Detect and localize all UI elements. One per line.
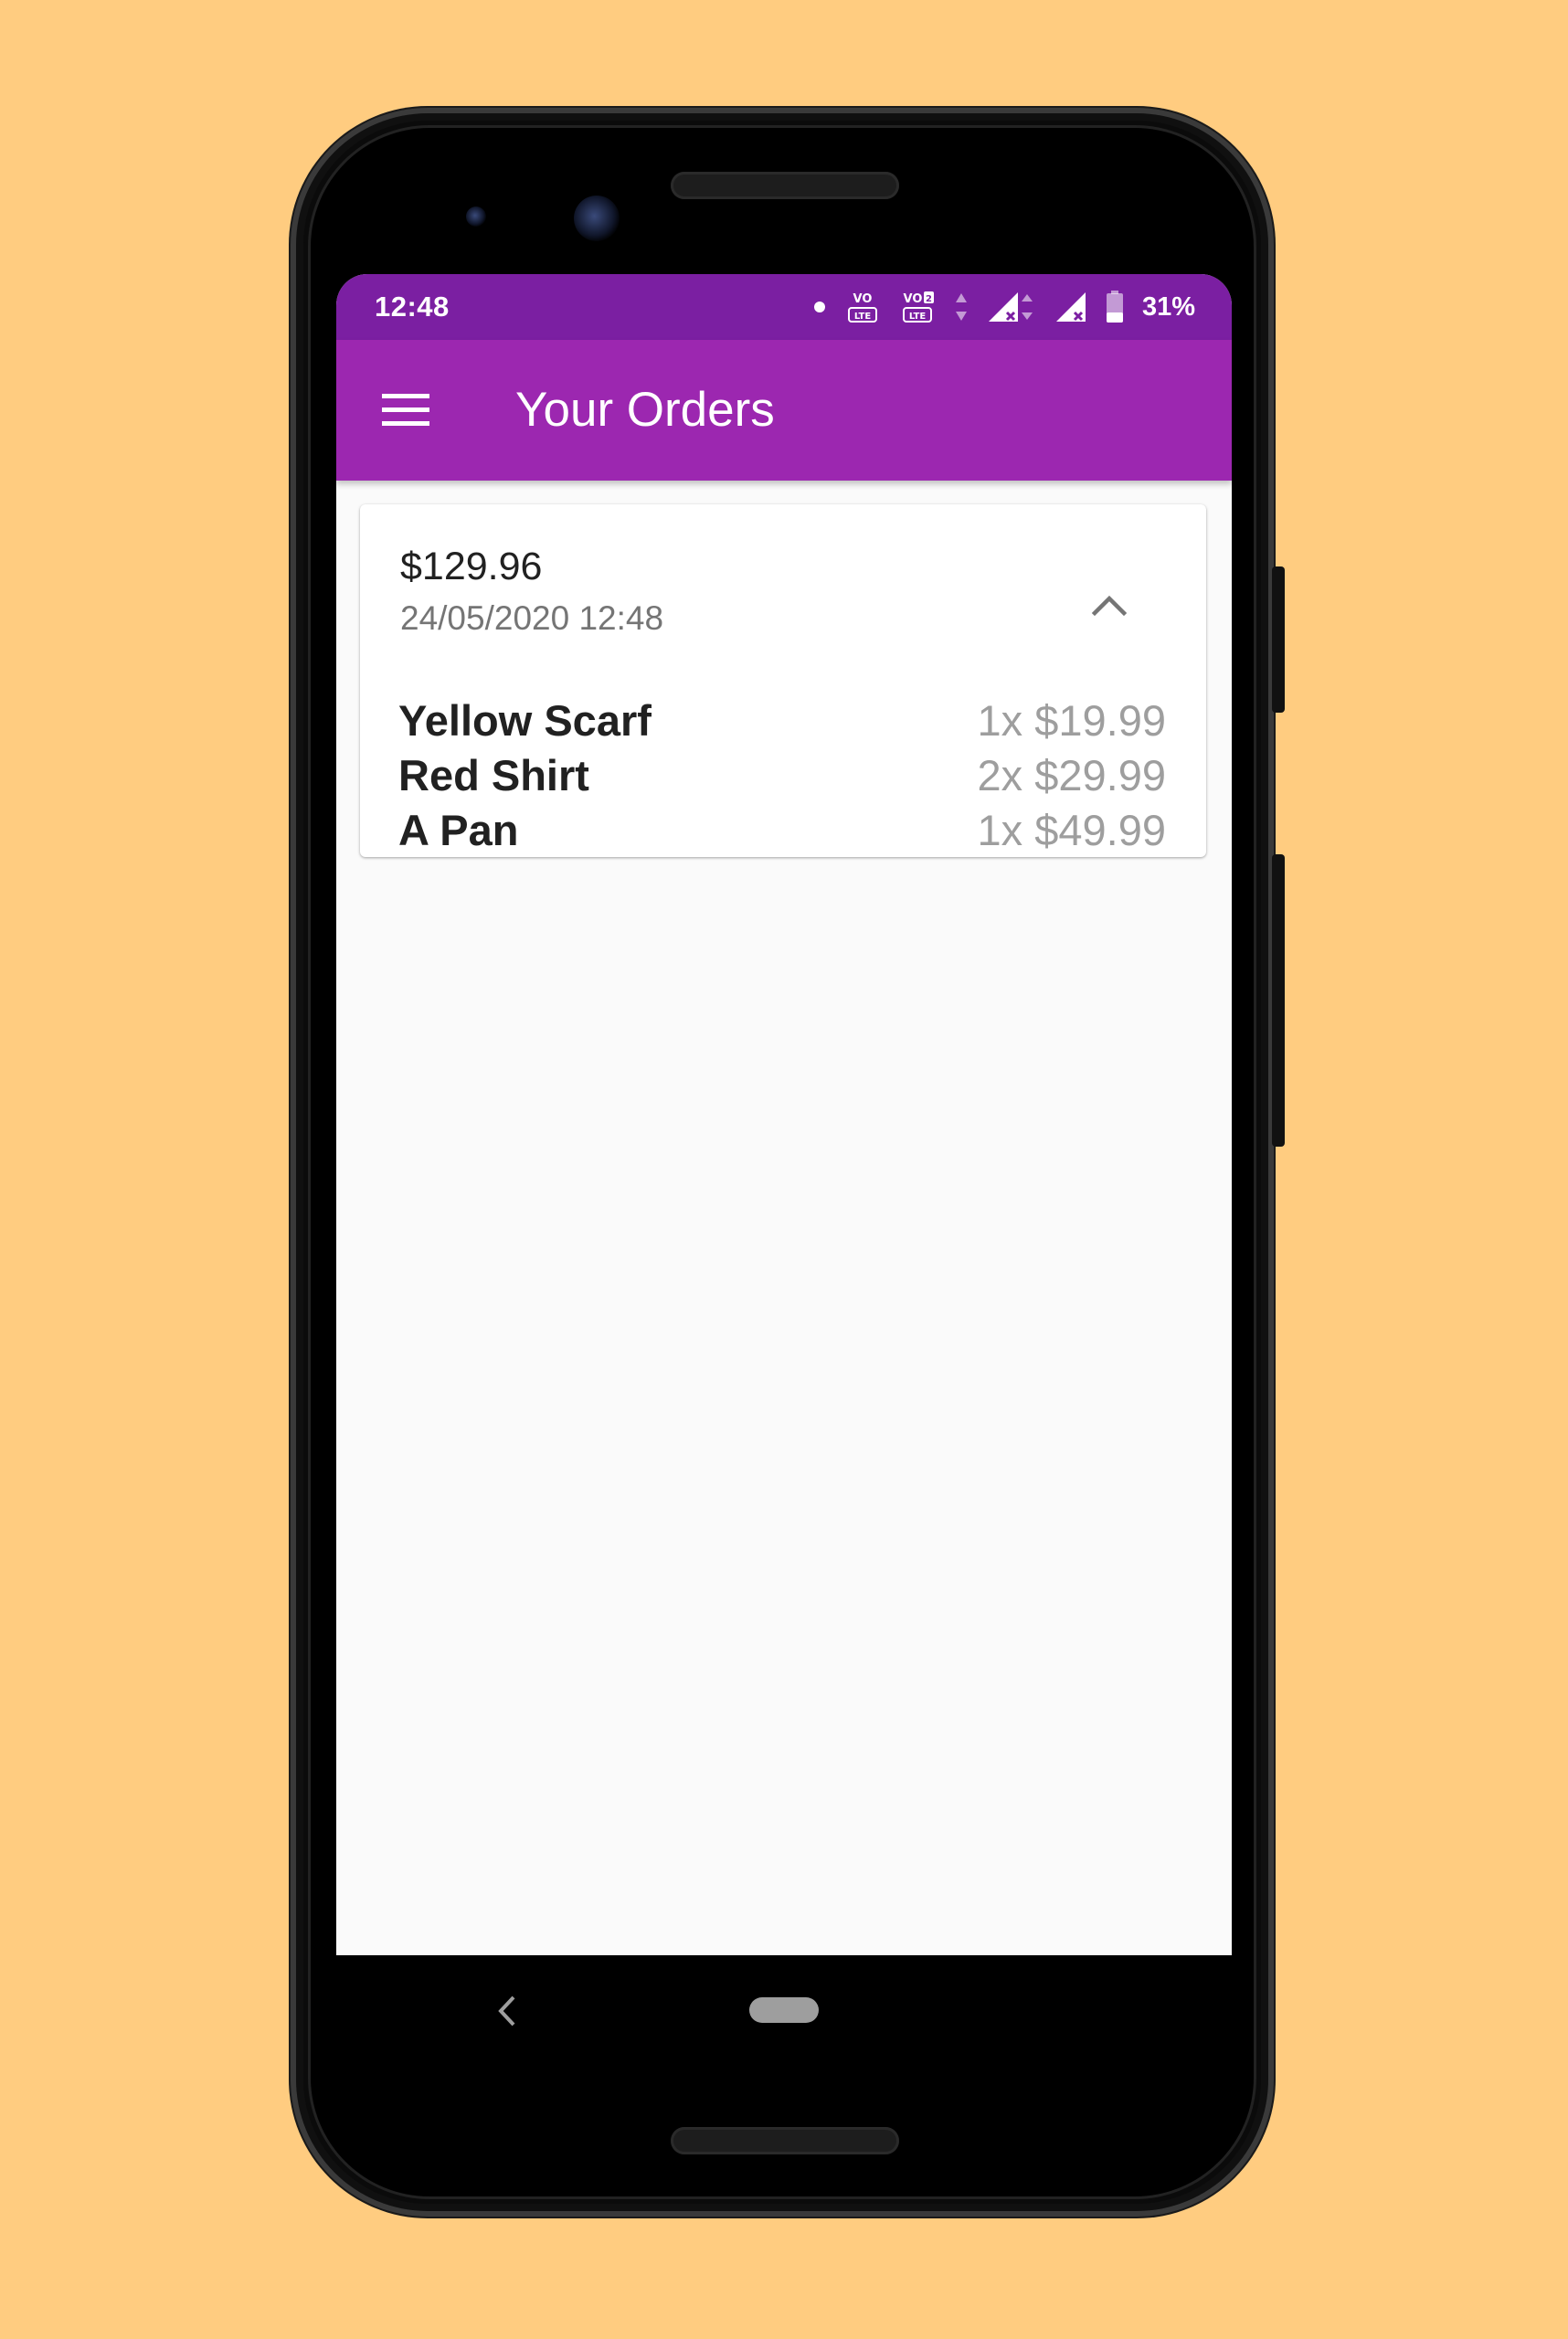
system-nav-bar <box>336 1955 1232 2065</box>
status-icons: VO LTE VO 2 LTE 31% <box>813 289 1195 325</box>
phone-camera-large <box>574 196 620 241</box>
phone-volume-button <box>1272 854 1285 1147</box>
phone-speaker-top <box>671 172 899 199</box>
volte2-icon: VO 2 LTE <box>902 291 934 323</box>
page-title: Your Orders <box>515 383 775 437</box>
battery-icon <box>1106 291 1123 323</box>
order-card: $129.96 24/05/2020 12:48 Yellow Scarf 1x… <box>360 504 1206 857</box>
order-items-list: Yellow Scarf 1x $19.99 Red Shirt 2x $29.… <box>398 693 1166 857</box>
order-item-qty-price: 1x $49.99 <box>977 805 1166 854</box>
svg-text:LTE: LTE <box>854 312 872 322</box>
hamburger-menu-icon[interactable] <box>382 392 429 429</box>
order-item-qty-price: 2x $29.99 <box>977 750 1166 799</box>
app-bar: Your Orders <box>336 340 1232 481</box>
order-item: Yellow Scarf 1x $19.99 <box>398 693 1166 747</box>
status-bar: 12:48 VO LTE VO 2 LTE 31% <box>336 274 1232 340</box>
battery-percent: 31% <box>1141 291 1195 322</box>
home-pill-icon[interactable] <box>749 1997 819 2023</box>
order-item-name: Yellow Scarf <box>398 695 652 745</box>
svg-text:2: 2 <box>926 294 932 304</box>
order-total: $129.96 <box>400 545 543 588</box>
back-icon[interactable] <box>490 1990 526 2032</box>
order-item: Red Shirt 2x $29.99 <box>398 747 1166 802</box>
svg-text:VO: VO <box>904 292 923 306</box>
svg-text:VO: VO <box>853 292 873 306</box>
collapse-order-button[interactable] <box>1082 577 1137 632</box>
phone-speaker-bottom <box>671 2127 899 2154</box>
chevron-up-icon <box>1091 595 1128 617</box>
order-date: 24/05/2020 12:48 <box>400 599 664 637</box>
signal-icon-2 <box>1055 292 1086 322</box>
order-item: A Pan 1x $49.99 <box>398 802 1166 857</box>
phone-camera-small <box>466 206 486 227</box>
status-time: 12:48 <box>375 291 450 323</box>
order-item-name: Red Shirt <box>398 750 589 799</box>
signal-icon <box>988 292 1033 322</box>
data-arrows-icon <box>955 293 967 321</box>
notification-dot-icon <box>813 302 825 312</box>
order-item-qty-price: 1x $19.99 <box>977 695 1166 745</box>
volte-icon: VO LTE <box>847 292 877 323</box>
svg-text:LTE: LTE <box>909 312 927 322</box>
order-item-name: A Pan <box>398 805 519 854</box>
phone-side-button <box>1272 566 1285 713</box>
app-screen: 12:48 VO LTE VO 2 LTE 31% Your Orders $1… <box>336 274 1232 1955</box>
